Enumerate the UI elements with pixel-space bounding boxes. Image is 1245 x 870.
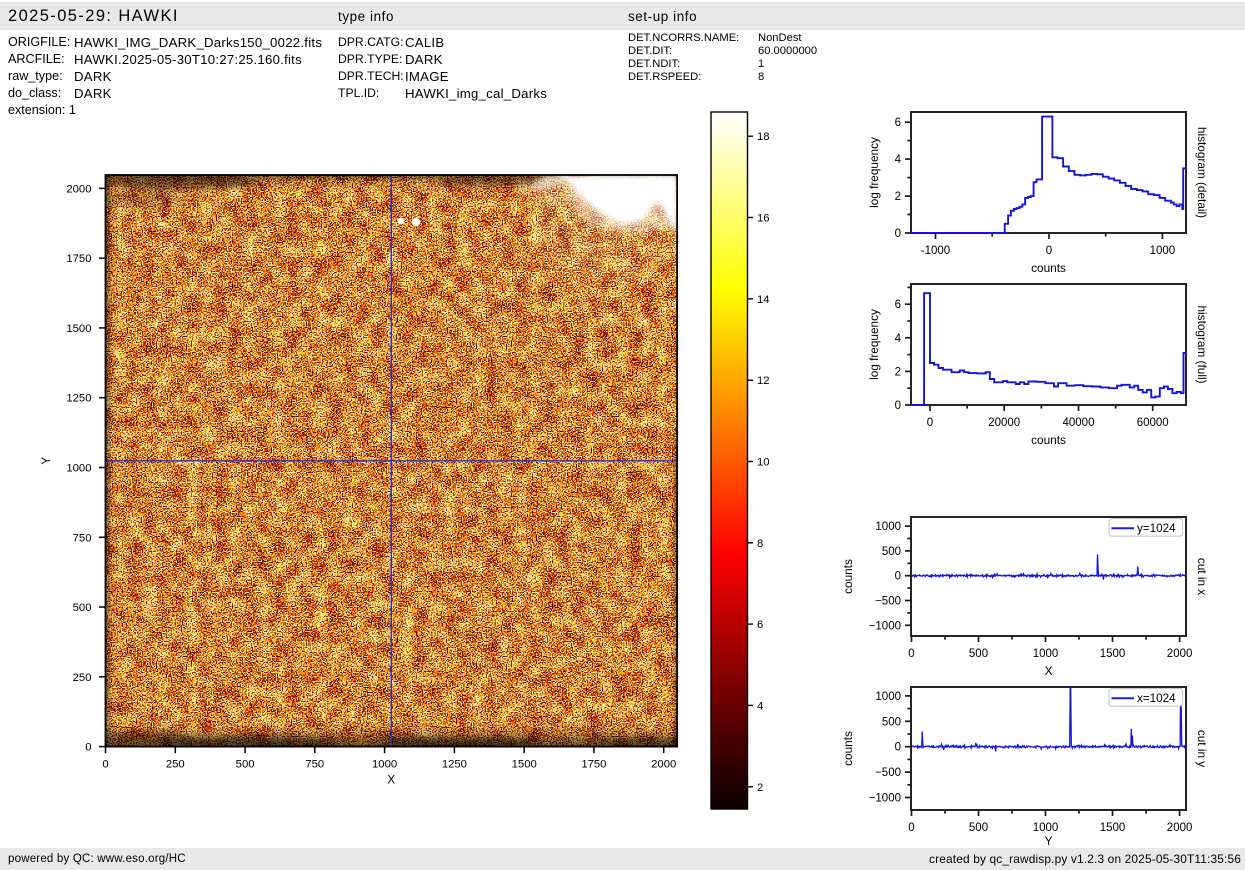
svg-text:2000: 2000	[1167, 822, 1193, 834]
svg-text:250: 250	[73, 672, 92, 684]
svg-text:Y: Y	[40, 457, 53, 465]
svg-text:1500: 1500	[512, 759, 537, 771]
svg-text:0: 0	[908, 648, 914, 660]
svg-text:1750: 1750	[66, 253, 91, 265]
svg-text:500: 500	[969, 648, 988, 660]
svg-text:16: 16	[757, 213, 770, 225]
svg-text:1000: 1000	[1033, 822, 1059, 834]
svg-text:log frequency: log frequency	[867, 137, 881, 208]
svg-text:500: 500	[969, 822, 988, 834]
svg-text:−500: −500	[875, 596, 901, 608]
svg-text:Y: Y	[1045, 834, 1053, 848]
svg-text:0: 0	[1046, 245, 1052, 257]
svg-text:18: 18	[757, 131, 770, 143]
svg-text:1000: 1000	[1033, 648, 1059, 660]
svg-text:750: 750	[73, 532, 92, 544]
svg-text:1250: 1250	[442, 759, 467, 771]
svg-text:log frequency: log frequency	[867, 309, 881, 380]
svg-text:0: 0	[85, 742, 91, 754]
svg-text:counts: counts	[1031, 433, 1066, 447]
svg-text:0: 0	[927, 417, 933, 429]
svg-text:1750: 1750	[581, 759, 606, 771]
svg-text:8: 8	[757, 538, 763, 550]
svg-text:−1000: −1000	[869, 620, 901, 632]
svg-text:1000: 1000	[875, 691, 901, 703]
svg-text:1500: 1500	[66, 323, 91, 335]
svg-text:1250: 1250	[66, 393, 91, 405]
svg-text:500: 500	[882, 716, 901, 728]
svg-text:x=1024: x=1024	[1137, 692, 1176, 705]
svg-text:2000: 2000	[66, 183, 91, 195]
svg-text:histogram (full): histogram (full)	[1195, 305, 1209, 383]
svg-text:0: 0	[895, 742, 901, 754]
svg-text:500: 500	[73, 602, 92, 614]
svg-text:1000: 1000	[372, 759, 397, 771]
svg-text:−500: −500	[875, 767, 901, 779]
svg-text:1500: 1500	[1100, 822, 1126, 834]
svg-text:counts: counts	[841, 559, 855, 594]
svg-text:14: 14	[757, 294, 770, 306]
svg-text:0: 0	[102, 759, 108, 771]
svg-text:X: X	[387, 774, 395, 787]
svg-text:counts: counts	[841, 731, 855, 766]
svg-text:2000: 2000	[1167, 648, 1193, 660]
svg-text:4: 4	[895, 154, 902, 166]
svg-text:60000: 60000	[1137, 417, 1169, 429]
svg-text:2: 2	[757, 782, 763, 794]
svg-text:1500: 1500	[1100, 648, 1126, 660]
svg-text:0: 0	[895, 228, 901, 240]
svg-text:6: 6	[895, 299, 901, 311]
svg-text:6: 6	[757, 619, 763, 631]
svg-text:500: 500	[882, 546, 901, 558]
svg-text:0: 0	[895, 400, 901, 412]
svg-text:cut in x: cut in x	[1195, 558, 1209, 595]
svg-text:10: 10	[757, 457, 770, 469]
svg-text:2000: 2000	[651, 759, 676, 771]
svg-text:12: 12	[757, 375, 770, 387]
svg-text:500: 500	[236, 759, 255, 771]
svg-text:0: 0	[908, 822, 914, 834]
svg-text:20000: 20000	[988, 417, 1020, 429]
svg-text:1000: 1000	[66, 463, 91, 475]
svg-text:cut in y: cut in y	[1195, 730, 1209, 767]
svg-text:X: X	[1045, 664, 1053, 678]
svg-text:6: 6	[895, 117, 901, 129]
svg-text:1000: 1000	[1150, 245, 1176, 257]
svg-text:750: 750	[305, 759, 324, 771]
svg-text:4: 4	[757, 700, 763, 712]
svg-text:-1000: -1000	[921, 245, 950, 257]
svg-text:2: 2	[895, 191, 901, 203]
svg-text:histogram (detail): histogram (detail)	[1195, 127, 1209, 218]
svg-text:−1000: −1000	[869, 793, 901, 805]
svg-text:40000: 40000	[1063, 417, 1095, 429]
svg-text:2: 2	[895, 366, 901, 378]
svg-text:0: 0	[895, 571, 901, 583]
svg-text:y=1024: y=1024	[1137, 522, 1176, 535]
svg-text:250: 250	[166, 759, 185, 771]
svg-text:4: 4	[895, 333, 902, 345]
svg-text:1000: 1000	[875, 521, 901, 533]
svg-text:counts: counts	[1031, 261, 1066, 275]
